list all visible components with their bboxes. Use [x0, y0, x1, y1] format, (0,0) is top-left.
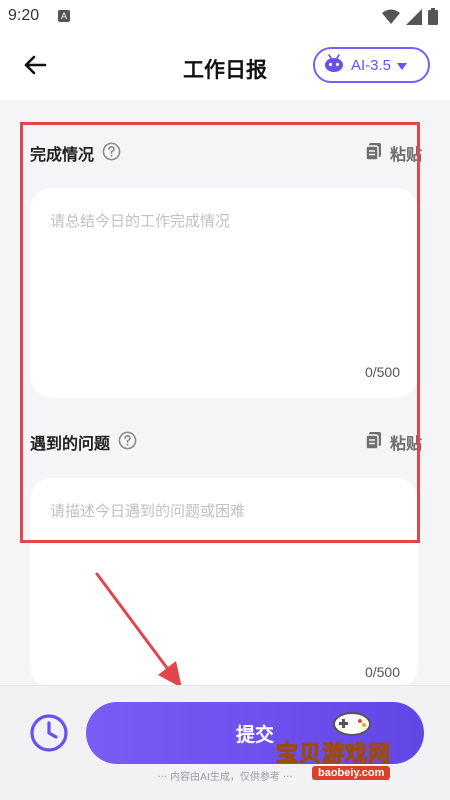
status-icons	[382, 8, 438, 29]
battery-icon	[428, 8, 438, 29]
section-title: 遇到的问题	[30, 434, 111, 453]
signal-icon	[406, 8, 422, 29]
wifi-icon	[382, 9, 400, 29]
app-notification-icon: A	[58, 10, 70, 22]
paste-label: 粘贴	[389, 145, 422, 164]
history-button[interactable]	[28, 712, 70, 754]
robot-icon	[323, 52, 345, 78]
app-header: 工作日报 AI-3.5	[0, 34, 450, 100]
section-header-completion: 完成情况	[30, 141, 121, 165]
model-label: AI-3.5	[351, 56, 392, 74]
report-form: 完成情况 粘贴 0/500 遇到的问题 粘贴 0/500	[0, 100, 450, 688]
triangle-down-icon	[397, 56, 408, 75]
section-header-problems: 遇到的问题	[30, 430, 137, 454]
problems-input[interactable]	[50, 500, 400, 650]
completion-card: 0/500	[30, 188, 418, 398]
model-selector[interactable]: AI-3.5	[313, 47, 430, 83]
paste-button-completion[interactable]: 粘贴	[364, 141, 422, 165]
completion-input[interactable]	[50, 210, 400, 360]
paste-button-problems[interactable]: 粘贴	[364, 430, 422, 454]
completion-counter: 0/500	[364, 364, 400, 380]
problems-counter: 0/500	[364, 664, 400, 680]
bottom-action-bar: 提交 ··· 内容由AI生成，仅供参考 ···	[0, 685, 450, 800]
question-circle-icon[interactable]	[102, 142, 121, 165]
section-title: 完成情况	[30, 145, 95, 164]
submit-button[interactable]: 提交	[86, 702, 424, 764]
status-bar: 9:20 A	[0, 0, 450, 34]
status-time: 9:20	[8, 7, 40, 24]
clipboard-icon	[364, 430, 384, 454]
paste-label: 粘贴	[389, 434, 422, 453]
question-circle-icon[interactable]	[118, 431, 137, 454]
ai-disclaimer: ··· 内容由AI生成，仅供参考 ···	[157, 772, 293, 783]
clock-icon	[28, 714, 70, 758]
problems-card: 0/500	[30, 478, 418, 688]
clipboard-icon	[364, 141, 384, 165]
